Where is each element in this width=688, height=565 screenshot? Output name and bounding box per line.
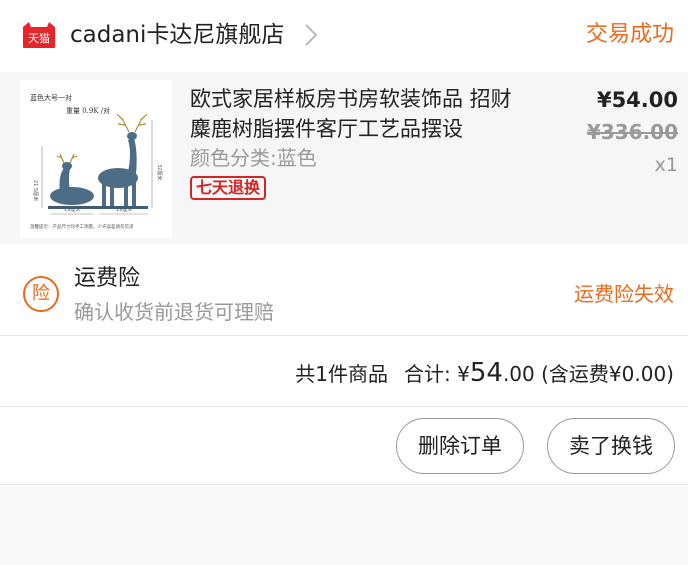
insurance-title: 运费险 <box>74 266 141 291</box>
insurance-status: 运费险失效 <box>574 282 674 306</box>
sell-item-button[interactable]: 卖了换钱 <box>547 418 675 474</box>
order-total-line: 共1件商品 合计: ¥54.00 (含运费¥0.00) <box>295 357 674 390</box>
item-count: 共1件商品 <box>295 362 389 386</box>
svg-text:21.5厘米: 21.5厘米 <box>32 180 39 201</box>
total-amount-integer: 54 <box>469 358 503 388</box>
svg-text:重量 0.9K /对: 重量 0.9K /对 <box>66 106 110 115</box>
product-quantity: x1 <box>654 154 678 176</box>
svg-text:温馨提示：产品尺寸均手工测量，少许误差请勿见谅: 温馨提示：产品尺寸均手工测量，少许误差请勿见谅 <box>30 223 134 230</box>
product-price: ¥54.00 <box>596 88 678 112</box>
seven-day-return-badge: 七天退换 <box>190 176 267 200</box>
delete-order-button[interactable]: 删除订单 <box>396 418 524 474</box>
svg-text:蓝色大号一对: 蓝色大号一对 <box>30 93 72 102</box>
svg-text:天猫: 天猫 <box>28 32 50 45</box>
product-thumbnail[interactable]: 蓝色大号一对 重量 0.9K /对 19厘米 19厘米 21.5厘米 32厘米 <box>20 80 172 238</box>
order-summary: 共1件商品 合计: ¥54.00 (含运费¥0.00) <box>0 337 688 407</box>
insurance-description: 确认收货前退货可理赔 <box>74 300 274 324</box>
page-background <box>0 486 688 565</box>
product-title[interactable]: 欧式家居样板房书房软装饰品 招财麋鹿树脂摆件客厅工艺品摆设 <box>190 84 530 144</box>
tmall-logo-icon[interactable]: 天猫 <box>21 21 57 49</box>
order-status: 交易成功 <box>585 22 674 47</box>
shipping-insurance-row[interactable]: 险 运费险 确认收货前退货可理赔 运费险失效 <box>0 246 688 336</box>
total-amount-decimal: .00 <box>502 362 535 386</box>
svg-text:32厘米: 32厘米 <box>156 164 163 180</box>
order-item-card[interactable]: 蓝色大号一对 重量 0.9K /对 19厘米 19厘米 21.5厘米 32厘米 <box>0 72 688 244</box>
shop-name-link[interactable]: cadani卡达尼旗舰店 <box>70 18 284 52</box>
total-label: 合计: ¥ <box>404 362 470 386</box>
order-actions: 删除订单 卖了换钱 <box>0 408 688 485</box>
shop-header: 天猫 cadani卡达尼旗舰店 交易成功 <box>0 0 688 70</box>
shipping-fee: (含运费¥0.00) <box>541 362 674 386</box>
product-variant: 颜色分类:蓝色 <box>190 146 317 170</box>
product-original-price: ¥336.00 <box>586 120 678 144</box>
chevron-right-icon[interactable] <box>302 22 320 48</box>
insurance-icon: 险 <box>23 276 59 312</box>
